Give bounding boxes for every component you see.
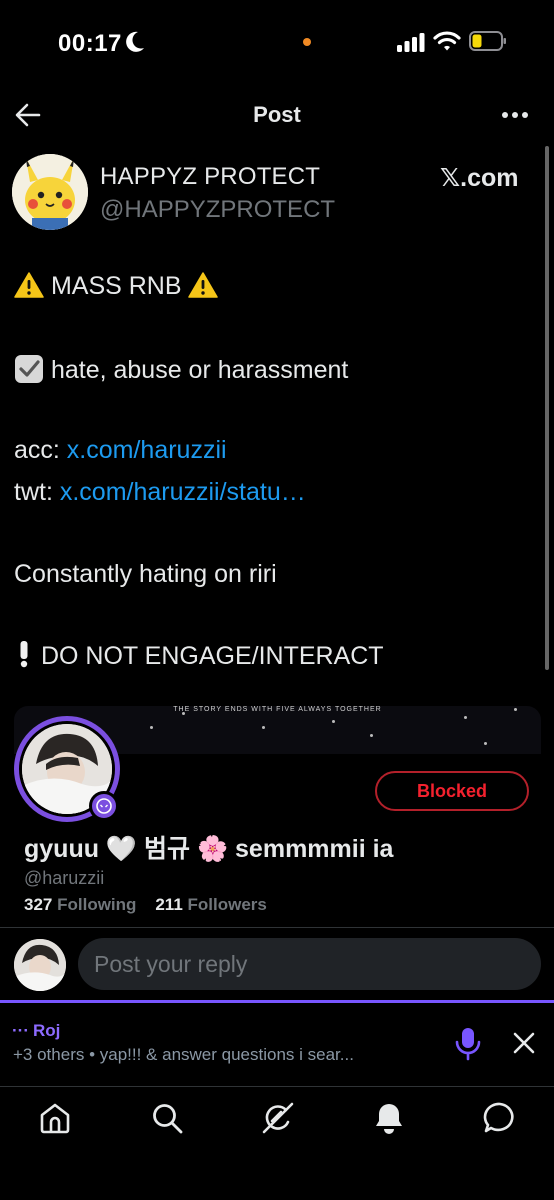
space-bar[interactable]: ··· Roj +3 others • yap!!! & answer quest…	[0, 1003, 554, 1083]
space-description: +3 others • yap!!! & answer questions i …	[13, 1045, 354, 1064]
warning-icon	[188, 272, 219, 298]
following-label: Following	[57, 895, 137, 914]
home-icon[interactable]	[38, 1101, 72, 1135]
author-name[interactable]: HAPPYZ PROTECT	[100, 163, 320, 191]
post-category-line: hate, abuse or harassment	[14, 354, 348, 385]
page-title: Post	[253, 102, 301, 127]
blocked-button[interactable]: Blocked	[375, 771, 529, 811]
profile-handle[interactable]: @haruzzii	[24, 868, 104, 889]
twt-label: twt:	[14, 478, 60, 506]
following-stat[interactable]: 327 Following	[24, 895, 136, 914]
profile-display-name[interactable]: gyuuu 🤍 범규 🌸 semmmmii ia	[24, 829, 393, 865]
status-bar: 00:17	[0, 0, 554, 84]
following-count: 327	[24, 895, 53, 914]
pikachu-avatar-image	[12, 154, 88, 230]
checkbox-checked-icon	[15, 355, 43, 383]
banner-text: THE STORY ENDS WITH FIVE ALWAYS TOGETHER	[173, 706, 382, 713]
status-time: 00:17	[58, 30, 122, 57]
profile-badge-icon	[89, 791, 119, 821]
search-icon[interactable]	[150, 1101, 184, 1135]
acc-link[interactable]: x.com/haruzzii	[67, 436, 227, 464]
banner-star	[182, 712, 185, 715]
warning-icon	[14, 272, 44, 298]
reply-avatar	[14, 939, 66, 991]
author-avatar[interactable]	[12, 154, 88, 230]
profile-stats: 327 Following 211 Followers	[24, 895, 267, 915]
post-reason: Constantly hating on riri	[14, 560, 277, 588]
followers-stat[interactable]: 211 Followers	[155, 895, 267, 914]
messages-icon[interactable]	[483, 1101, 517, 1135]
exclamation-icon	[20, 641, 28, 668]
banner-star	[150, 726, 153, 729]
space-host-name: Roj	[32, 1021, 61, 1040]
cellular-signal-icon	[397, 33, 425, 52]
source-link[interactable]: 𝕏.com	[440, 163, 519, 193]
grok-icon[interactable]	[261, 1101, 295, 1135]
post-headline-line: MASS RNB	[14, 272, 219, 301]
banner-star	[484, 742, 487, 745]
bottom-tab-bar	[0, 1086, 554, 1200]
followers-label: Followers	[187, 895, 267, 914]
acc-label: acc:	[14, 436, 67, 464]
banner-star	[370, 734, 373, 737]
microphone-icon[interactable]	[455, 1027, 481, 1061]
notifications-icon[interactable]	[372, 1101, 406, 1135]
banner-star	[464, 716, 467, 719]
moon-icon	[126, 31, 144, 52]
post-notice-line: DO NOT ENGAGE/INTERACT	[14, 640, 384, 671]
space-host: ··· Roj	[12, 1021, 60, 1041]
banner-star	[514, 708, 517, 711]
followers-count: 211	[155, 895, 183, 914]
post-category: hate, abuse or harassment	[44, 356, 349, 384]
twt-link[interactable]: x.com/haruzzii/statu…	[60, 478, 306, 506]
post-headline: MASS RNB	[44, 272, 189, 300]
battery-icon	[469, 31, 506, 51]
post-acc-line: acc: x.com/haruzzii	[14, 436, 227, 465]
scrollbar[interactable]	[545, 146, 549, 670]
wifi-icon	[433, 31, 461, 51]
post-header: Post	[0, 90, 554, 140]
divider	[0, 927, 554, 928]
reply-avatar-image	[14, 939, 66, 991]
close-icon[interactable]	[512, 1031, 536, 1055]
author-handle[interactable]: @HAPPYZPROTECT	[100, 196, 335, 224]
reply-input[interactable]	[78, 938, 541, 990]
post-twt-line: twt: x.com/haruzzii/statu…	[14, 478, 306, 507]
post-notice: DO NOT ENGAGE/INTERACT	[34, 642, 384, 670]
banner-star	[262, 726, 265, 729]
privacy-indicator-dot	[303, 38, 311, 46]
live-dots-icon: ···	[12, 1021, 29, 1040]
more-options-icon[interactable]	[500, 102, 530, 128]
banner-star	[332, 720, 335, 723]
